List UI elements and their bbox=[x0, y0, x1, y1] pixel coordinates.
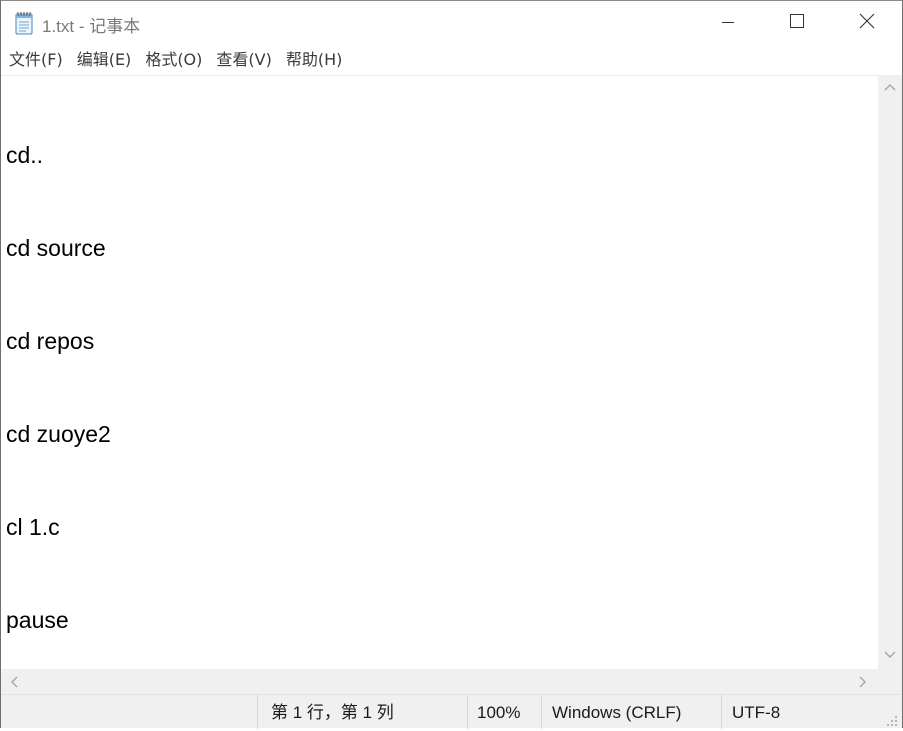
editor-content[interactable]: cd.. cd source cd repos cd zuoye2 cl 1.c… bbox=[6, 78, 111, 669]
status-divider bbox=[721, 695, 722, 729]
text-line: cd.. bbox=[6, 142, 44, 168]
window-title: 1.txt - 记事本 bbox=[42, 17, 141, 36]
status-divider bbox=[467, 695, 468, 729]
close-button[interactable] bbox=[844, 1, 890, 45]
scrollbar-corner bbox=[878, 669, 902, 694]
zoom-level: 100% bbox=[477, 703, 521, 722]
text-editor[interactable]: cd.. cd source cd repos cd zuoye2 cl 1.c… bbox=[1, 75, 878, 669]
menu-view[interactable]: 查看(V) bbox=[210, 47, 277, 73]
notepad-icon bbox=[13, 11, 35, 35]
menu-edit[interactable]: 编辑(E) bbox=[71, 47, 138, 73]
menu-help[interactable]: 帮助(H) bbox=[280, 47, 349, 73]
title-bar[interactable]: 1.txt - 记事本 bbox=[1, 1, 902, 45]
maximize-icon bbox=[789, 13, 805, 33]
notepad-window: 1.txt - 记事本 文件(F) 编辑(E) 格式(O) 查看(V) 帮助(H… bbox=[0, 0, 903, 729]
text-line: pause bbox=[6, 607, 69, 633]
scroll-right-icon[interactable] bbox=[852, 669, 874, 694]
cursor-position: 第 1 行，第 1 列 bbox=[271, 703, 394, 722]
minimize-icon bbox=[721, 14, 735, 33]
menu-format[interactable]: 格式(O) bbox=[139, 47, 208, 73]
text-line: cd source bbox=[6, 235, 106, 261]
line-ending: Windows (CRLF) bbox=[552, 703, 682, 722]
scroll-left-icon[interactable] bbox=[3, 669, 25, 694]
status-bar: 第 1 行，第 1 列 100% Windows (CRLF) UTF-8 bbox=[1, 694, 902, 729]
status-divider bbox=[257, 695, 258, 729]
scroll-down-icon[interactable] bbox=[878, 645, 902, 665]
text-line: cd repos bbox=[6, 328, 95, 354]
resize-grip-icon[interactable] bbox=[886, 712, 898, 726]
text-line: cl 1.c bbox=[6, 514, 60, 540]
status-divider bbox=[541, 695, 542, 729]
minimize-button[interactable] bbox=[705, 1, 751, 45]
menu-bar: 文件(F) 编辑(E) 格式(O) 查看(V) 帮助(H) bbox=[1, 45, 902, 75]
vertical-scrollbar[interactable] bbox=[878, 75, 902, 669]
encoding: UTF-8 bbox=[732, 703, 781, 722]
maximize-button[interactable] bbox=[774, 1, 820, 45]
horizontal-scrollbar[interactable] bbox=[1, 669, 878, 694]
close-icon bbox=[859, 13, 875, 33]
menu-file[interactable]: 文件(F) bbox=[3, 47, 69, 73]
scroll-up-icon[interactable] bbox=[878, 77, 902, 97]
text-line: cd zuoye2 bbox=[6, 421, 111, 447]
